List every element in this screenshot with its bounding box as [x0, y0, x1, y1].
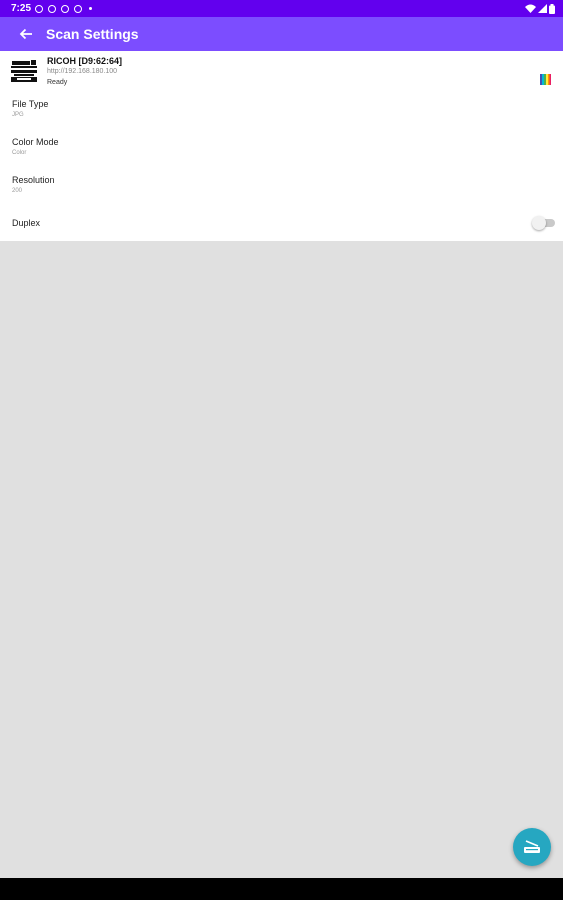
duplex-label: Duplex: [12, 218, 41, 228]
back-button[interactable]: [12, 20, 40, 48]
setting-value: Color: [12, 150, 27, 156]
system-nav-bar: [0, 878, 563, 900]
setting-value: JPG: [12, 112, 24, 118]
setting-resolution[interactable]: Resolution 200: [12, 175, 55, 194]
toggle-thumb: [532, 216, 546, 230]
scanner-icon: [524, 840, 540, 853]
signal-icon: [538, 4, 547, 13]
page-title: Scan Settings: [46, 26, 139, 42]
cube-icon: [74, 4, 83, 13]
printer-name: RICOH [D9:62:64]: [47, 56, 123, 66]
notification-icon: [48, 4, 57, 13]
duplex-toggle[interactable]: [532, 216, 556, 230]
setting-label: Color Mode: [12, 137, 59, 147]
settings-panel: RICOH [D9:62:64] http://192.168.180.100 …: [0, 51, 563, 241]
setting-label: File Type: [12, 99, 49, 109]
scan-fab-button[interactable]: [513, 828, 551, 866]
shield-icon: [35, 4, 44, 13]
printer-url: http://192.168.180.100: [47, 68, 118, 75]
printer-item[interactable]: RICOH [D9:62:64] http://192.168.180.100 …: [0, 51, 563, 91]
setting-color-mode[interactable]: Color Mode Color: [12, 137, 59, 156]
alert-icon: [61, 4, 70, 13]
wifi-icon: [525, 4, 536, 13]
status-time: 7:25: [11, 3, 32, 14]
status-bar: 7:25: [0, 0, 563, 17]
arrow-back-icon: [19, 28, 32, 40]
printer-status: Ready: [47, 79, 68, 86]
setting-value: 200: [12, 188, 23, 194]
setting-file-type[interactable]: File Type JPG: [12, 99, 48, 118]
setting-label: Resolution: [12, 175, 55, 185]
app-bar: Scan Settings: [0, 17, 563, 51]
more-notifications-dot: [89, 7, 93, 10]
color-bars-icon: [540, 74, 551, 85]
battery-icon: [549, 3, 555, 14]
printer-icon: [11, 60, 37, 82]
